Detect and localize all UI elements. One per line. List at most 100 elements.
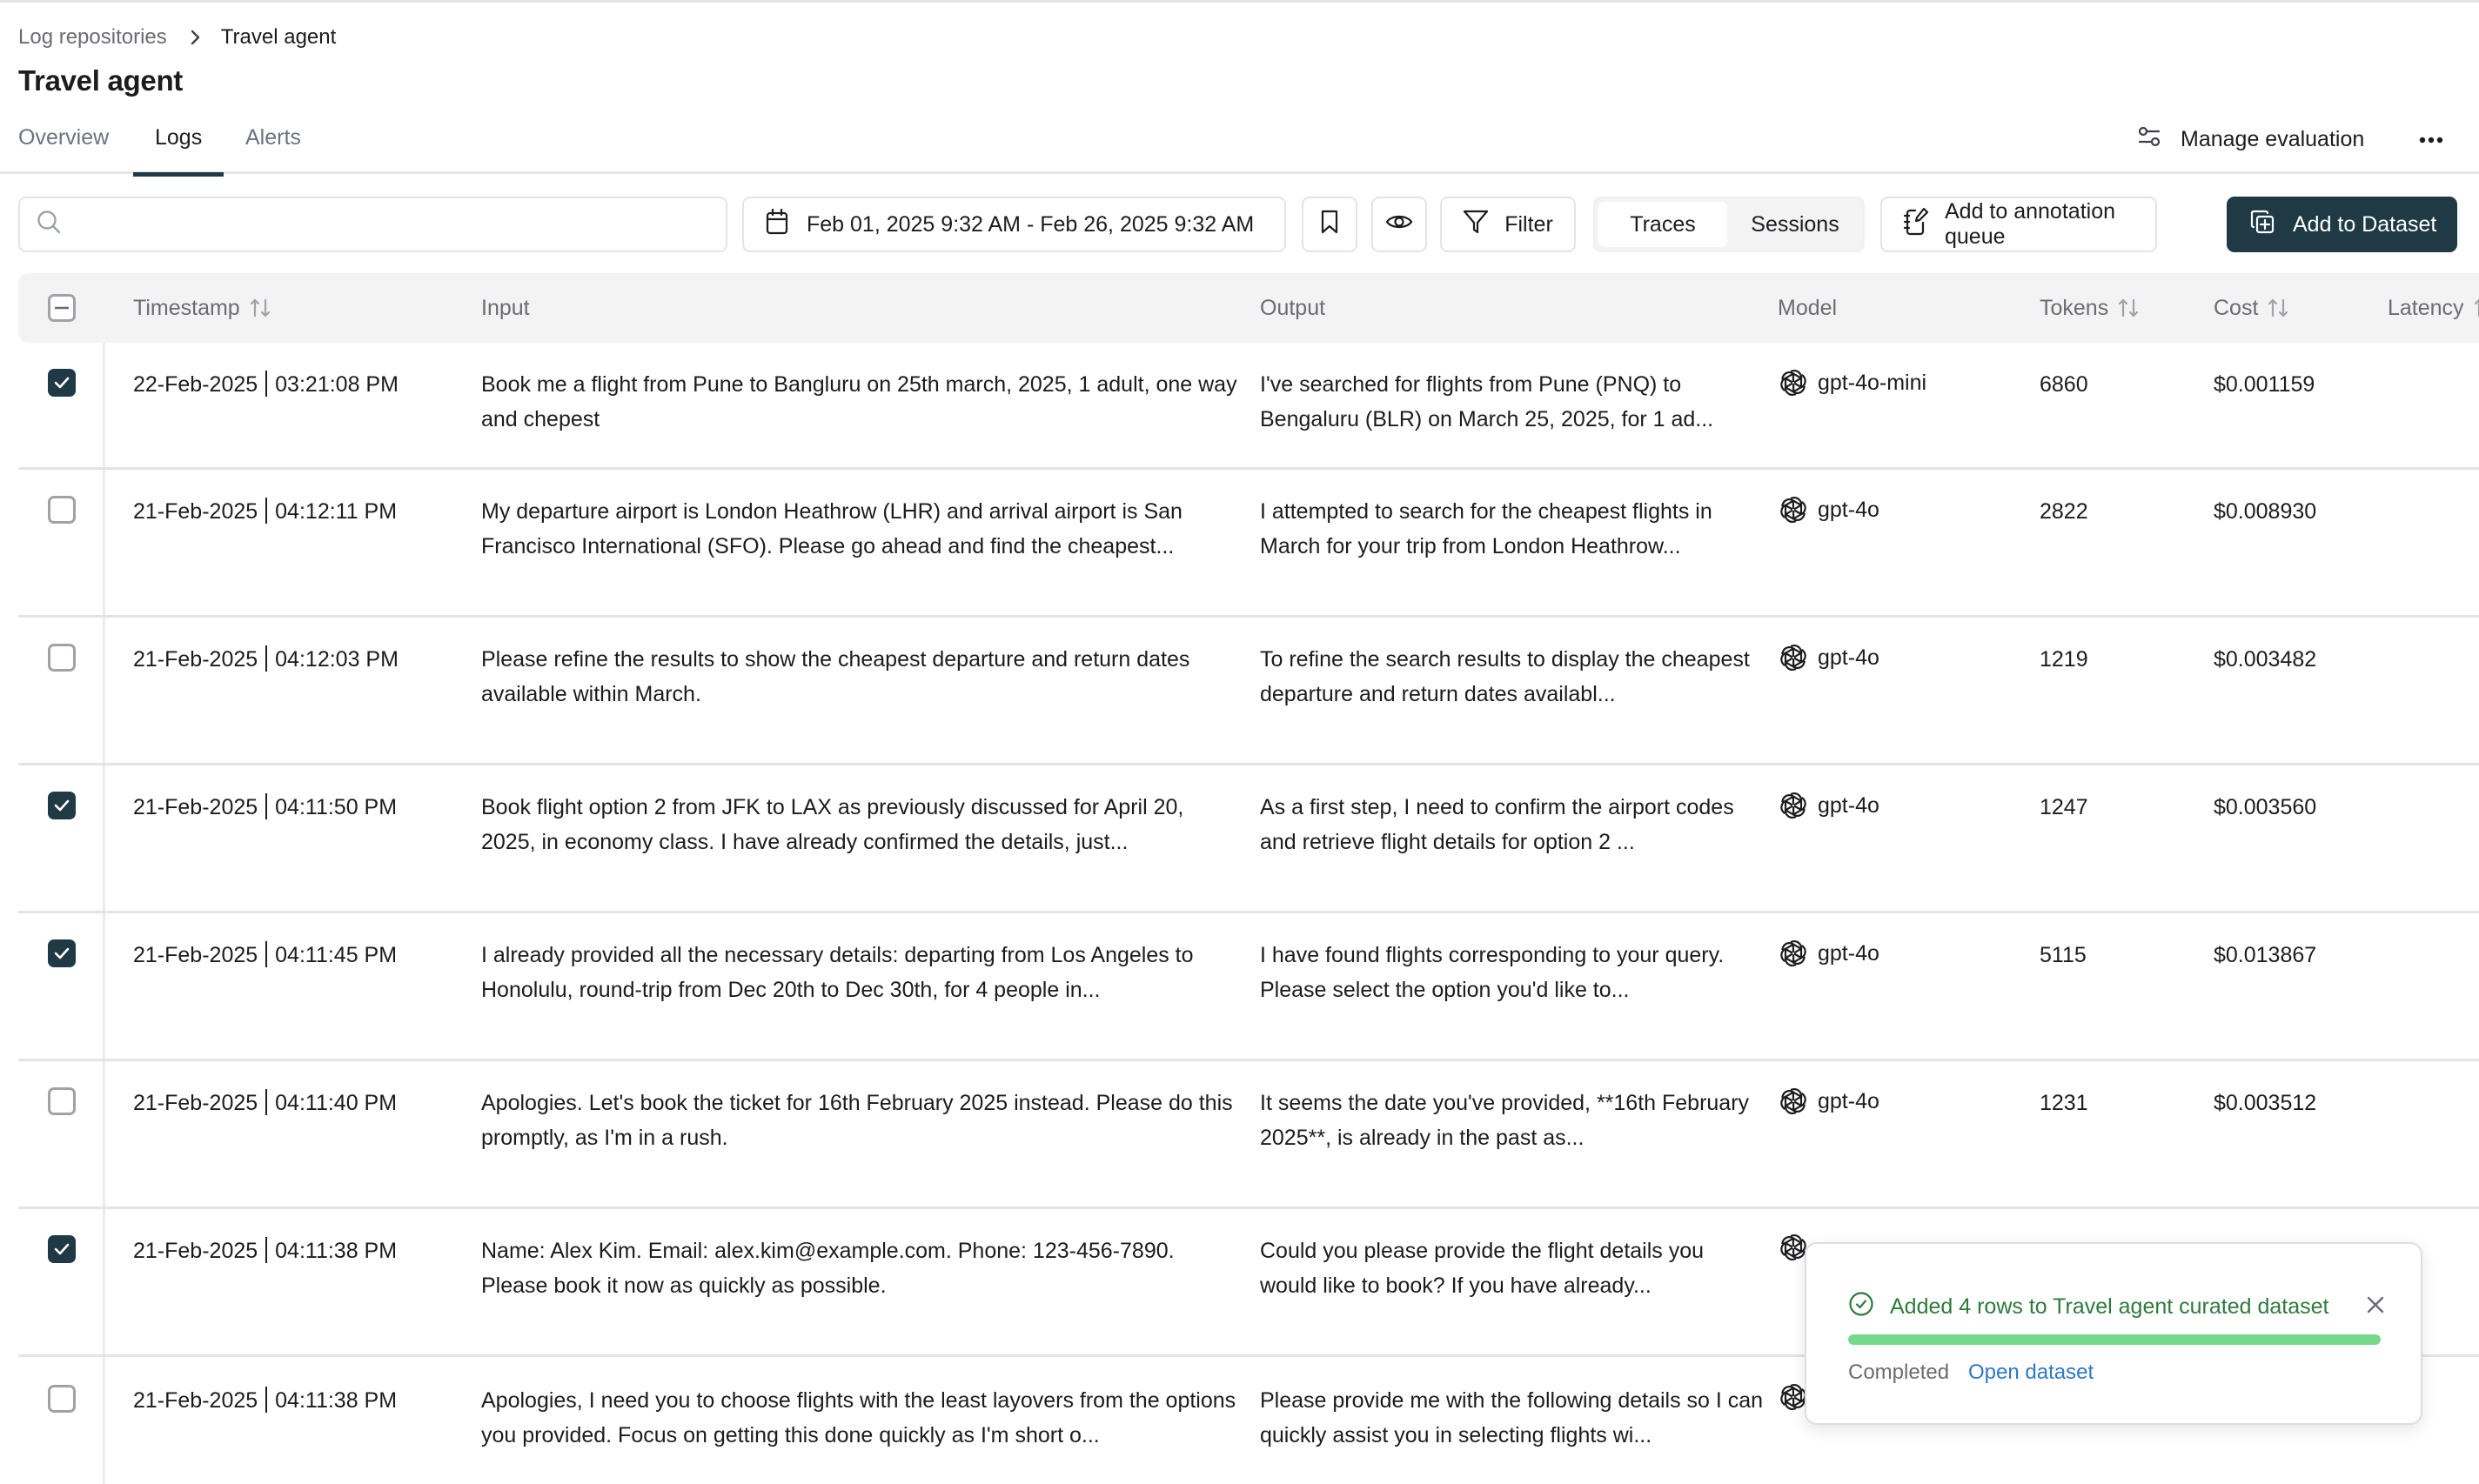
tokens-cell: 1219	[2040, 647, 2088, 672]
timestamp-cell: 21-Feb-2025 04:11:50 PM	[133, 790, 397, 825]
tab-alerts[interactable]: Alerts	[245, 125, 301, 174]
tab-logs[interactable]: Logs	[132, 125, 224, 177]
table-row[interactable]: 21-Feb-2025 04:11:40 PM Apologies. Let's b…	[18, 1061, 2479, 1209]
sort-icon[interactable]	[2267, 297, 2289, 319]
row-select-cell	[48, 939, 76, 967]
openai-icon	[1778, 938, 1809, 969]
row-checkbox[interactable]	[48, 496, 76, 524]
sort-icon[interactable]	[2473, 297, 2479, 319]
input-cell: Please refine the results to show the ch…	[481, 647, 1190, 706]
checkmark-icon	[54, 947, 70, 959]
timestamp-cell: 21-Feb-2025 04:11:38 PM	[133, 1383, 397, 1418]
filter-label: Filter	[1504, 211, 1553, 237]
timestamp-date: 21-Feb-2025	[133, 795, 258, 819]
timestamp-time: 04:11:40 PM	[275, 1091, 398, 1115]
timestamp-separator	[265, 793, 268, 820]
model-cell: gpt-4o	[1778, 1084, 1879, 1119]
search-icon	[36, 209, 62, 241]
timestamp-date: 21-Feb-2025	[133, 1239, 258, 1263]
table-row[interactable]: 21-Feb-2025 04:12:11 PM My departure airpo…	[18, 470, 2479, 618]
row-checkbox[interactable]	[48, 369, 76, 397]
row-checkbox[interactable]	[48, 1235, 76, 1263]
timestamp-separator	[265, 1237, 268, 1264]
column-label: Model	[1778, 295, 1838, 320]
timestamp-date: 21-Feb-2025	[133, 647, 258, 672]
row-checkbox[interactable]	[48, 644, 76, 672]
checkmark-icon	[54, 1243, 70, 1255]
openai-icon	[1778, 494, 1809, 525]
manage-evaluation-button[interactable]: Manage evaluation	[2137, 122, 2364, 157]
table-row[interactable]: 21-Feb-2025 04:11:50 PM Book flight option…	[18, 765, 2479, 913]
tokens-cell: 5115	[2040, 943, 2087, 967]
toast-close-button[interactable]	[2363, 1294, 2388, 1319]
search-field[interactable]	[18, 197, 727, 252]
bookmark-button[interactable]	[1302, 197, 1357, 252]
input-cell: Apologies, I need you to choose flights …	[481, 1388, 1236, 1447]
output-cell: Could you please provide the flight deta…	[1260, 1239, 1705, 1298]
timestamp-separator	[265, 1089, 268, 1116]
cost-cell: $0.003512	[2214, 1091, 2317, 1115]
close-icon	[2366, 1295, 2385, 1319]
row-select-cell	[48, 1087, 76, 1115]
date-range-picker[interactable]: Feb 01, 2025 9:32 AM - Feb 26, 2025 9:32…	[742, 197, 1286, 252]
row-checkbox[interactable]	[48, 792, 76, 819]
timestamp-separator	[265, 371, 268, 398]
column-label: Tokens	[2040, 295, 2109, 320]
manage-evaluation-label: Manage evaluation	[2181, 126, 2365, 151]
column-header-cost[interactable]: Cost	[2214, 273, 2289, 343]
visibility-button[interactable]	[1371, 197, 1427, 252]
checkmark-icon	[54, 799, 70, 812]
open-dataset-link[interactable]: Open dataset	[1968, 1360, 2094, 1385]
row-select-cell	[48, 1385, 76, 1413]
view-toggle: Traces Sessions	[1593, 197, 1865, 252]
tab-overview[interactable]: Overview	[18, 125, 109, 174]
table-row[interactable]: 21-Feb-2025 04:11:45 PM I already provided…	[18, 913, 2479, 1061]
more-options-button[interactable]	[2412, 125, 2450, 155]
column-header-timestamp[interactable]: Timestamp	[133, 273, 271, 343]
cost-cell: $0.003482	[2214, 647, 2317, 672]
output-cell: It seems the date you've provided, **16t…	[1260, 1091, 1750, 1150]
timestamp-cell: 21-Feb-2025 04:12:11 PM	[133, 494, 397, 529]
tokens-cell: 2822	[2040, 499, 2088, 524]
sort-icon[interactable]	[2117, 297, 2140, 319]
toast-progress-fill	[1848, 1334, 2381, 1345]
column-label: Latency	[2388, 295, 2464, 320]
tokens-cell: 6860	[2040, 372, 2088, 397]
breadcrumb-log-repositories[interactable]: Log repositories	[18, 25, 167, 50]
table-row[interactable]: 21-Feb-2025 04:12:03 PM Please refine the …	[18, 618, 2479, 765]
timestamp-time: 03:21:08 PM	[275, 372, 399, 397]
add-to-annotation-queue-label: Add to annotation queue	[1945, 199, 2115, 249]
column-header-tokens[interactable]: Tokens	[2040, 273, 2140, 343]
input-cell: Book me a flight from Pune to Bangluru o…	[481, 372, 1237, 431]
row-checkbox[interactable]	[48, 1385, 76, 1413]
search-input[interactable]	[74, 211, 718, 237]
column-label: Output	[1260, 295, 1326, 320]
table-row[interactable]: 22-Feb-2025 03:21:08 PM Book me a flight f…	[18, 343, 2479, 470]
column-header-latency[interactable]: Latency	[2388, 273, 2479, 343]
input-cell: Name: Alex Kim. Email: alex.kim@example.…	[481, 1239, 1175, 1298]
add-to-dataset-button[interactable]: Add to Dataset	[2227, 197, 2457, 252]
traces-toggle[interactable]: Traces	[1598, 202, 1727, 247]
filter-button[interactable]: Filter	[1440, 197, 1576, 252]
output-cell: As a first step, I need to confirm the a…	[1260, 795, 1734, 854]
timestamp-date: 21-Feb-2025	[133, 1091, 258, 1115]
timestamp-separator	[265, 1387, 268, 1414]
model-cell: gpt-4o	[1778, 936, 1879, 971]
row-select-cell	[48, 644, 76, 672]
copy-plus-icon	[2249, 209, 2275, 241]
select-all-checkbox[interactable]	[48, 294, 76, 322]
timestamp-date: 21-Feb-2025	[133, 1388, 258, 1413]
timestamp-date: 22-Feb-2025	[133, 372, 258, 397]
filter-icon	[1463, 209, 1489, 241]
sessions-toggle[interactable]: Sessions	[1731, 202, 1859, 247]
toast-message: Added 4 rows to Travel agent curated dat…	[1890, 1294, 2329, 1319]
timestamp-cell: 21-Feb-2025 04:11:38 PM	[133, 1233, 397, 1268]
timestamp-time: 04:12:03 PM	[275, 647, 399, 672]
sort-icon[interactable]	[249, 297, 271, 319]
table-header: Timestamp Input Output Model Tokens Cost…	[18, 273, 2479, 343]
column-label: Timestamp	[133, 295, 240, 320]
row-checkbox[interactable]	[48, 1087, 76, 1115]
row-checkbox[interactable]	[48, 939, 76, 967]
output-cell: Please provide me with the following det…	[1260, 1388, 1764, 1447]
add-to-annotation-queue-button[interactable]: Add to annotation queue	[1880, 197, 2157, 252]
